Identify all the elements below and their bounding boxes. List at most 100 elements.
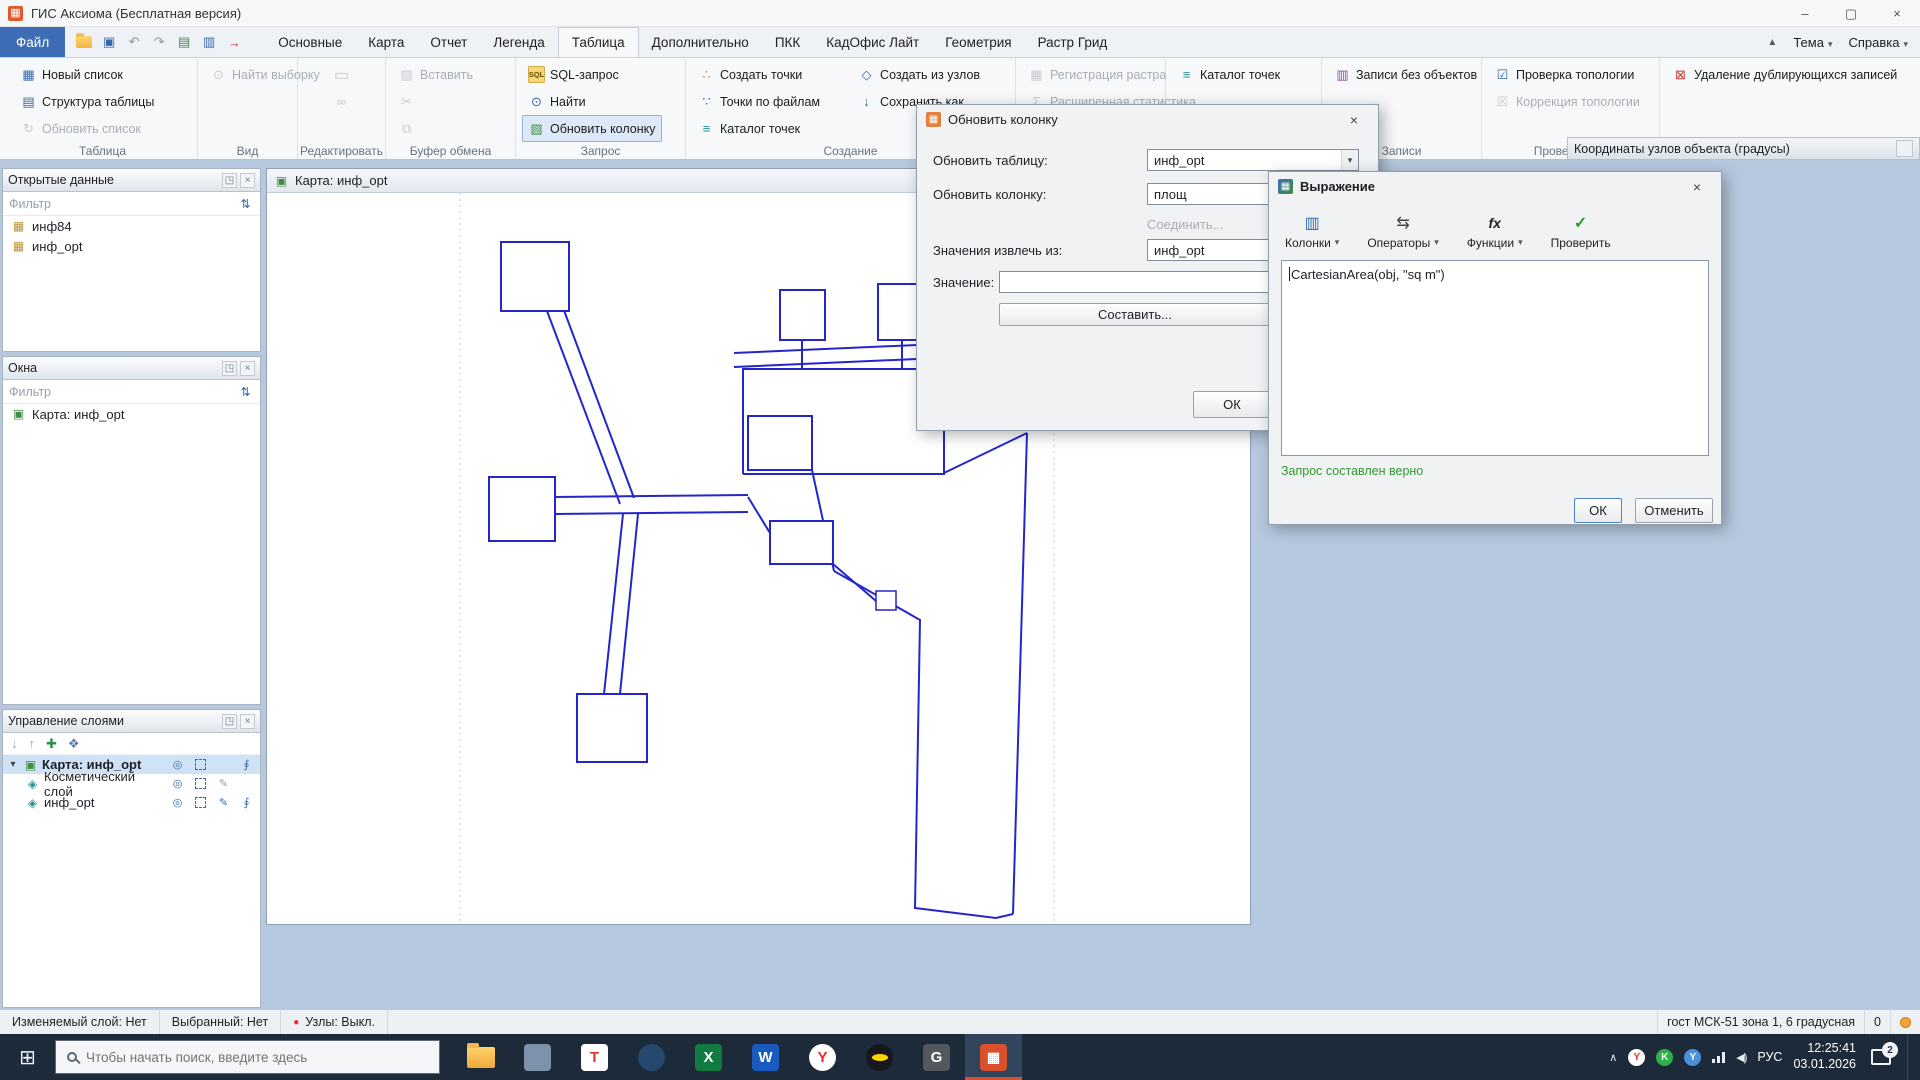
tab-kadoffice[interactable]: КадОфис Лайт: [813, 27, 932, 57]
records-without-objects-button[interactable]: ▥Записи без объектов: [1328, 61, 1483, 88]
open-data-filter[interactable]: Фильтр ⇅: [3, 192, 260, 216]
compose-button[interactable]: Составить...: [999, 303, 1271, 326]
tray-antivirus-icon[interactable]: K: [1656, 1049, 1673, 1066]
selectable-box-icon[interactable]: [191, 759, 210, 770]
tray-app-icon[interactable]: Y: [1684, 1049, 1701, 1066]
topology-check-button[interactable]: ☑Проверка топологии: [1488, 61, 1646, 88]
attach-icon[interactable]: ∮: [237, 758, 256, 771]
dialog-title-bar[interactable]: ▦ Обновить колонку ×: [917, 105, 1378, 134]
taskbar-app-t[interactable]: T: [566, 1034, 623, 1080]
remove-duplicates-button[interactable]: ⊠Удаление дублирующихся записей: [1666, 61, 1903, 88]
update-table-select[interactable]: инф_opt ▾: [1147, 149, 1359, 171]
nodes-status[interactable]: ● Узлы: Выкл.: [281, 1010, 388, 1034]
table-item-inf84[interactable]: ▦ инф84: [3, 216, 260, 236]
sql-query-button[interactable]: SQLSQL-запрос: [522, 61, 662, 88]
sort-icon[interactable]: ⇅: [237, 195, 254, 212]
tab-pkk[interactable]: ПКК: [762, 27, 813, 57]
float-panel-icon[interactable]: ◳: [222, 361, 237, 376]
verify-button[interactable]: ✓ Проверить: [1543, 203, 1619, 259]
taskbar-yandex[interactable]: Y: [794, 1034, 851, 1080]
tab-geometry[interactable]: Геометрия: [932, 27, 1024, 57]
close-panel-icon[interactable]: ×: [240, 714, 255, 729]
close-button[interactable]: ×: [1874, 0, 1920, 27]
theme-menu[interactable]: Тема▾: [1793, 35, 1832, 50]
help-menu[interactable]: Справка▾: [1848, 35, 1908, 50]
tab-table[interactable]: Таблица: [558, 27, 639, 57]
create-from-nodes-button[interactable]: ◇Создать из узлов: [852, 61, 1009, 88]
tray-yandex-icon[interactable]: Y: [1628, 1049, 1645, 1066]
undo-icon[interactable]: ↶: [125, 33, 143, 51]
tray-expand-icon[interactable]: ∧: [1609, 1051, 1617, 1064]
visibility-eye-icon[interactable]: ◎: [168, 758, 187, 771]
edit-pencil-icon[interactable]: ✎: [214, 777, 233, 790]
notifications-cell[interactable]: [1890, 1010, 1920, 1034]
points-catalog2-button[interactable]: ≡Каталог точек: [1172, 61, 1286, 88]
selectable-box-icon[interactable]: [191, 778, 210, 789]
redo-icon[interactable]: ↷: [150, 33, 168, 51]
selected-status[interactable]: Выбранный: Нет: [160, 1010, 281, 1034]
layer-item-inf-opt[interactable]: ◈ инф_opt ◎ ✎ ∮: [3, 793, 260, 812]
ok-button[interactable]: ОК: [1193, 391, 1271, 418]
table-item-inf-opt[interactable]: ▦ инф_opt: [3, 236, 260, 256]
collapse-ribbon-icon[interactable]: ▲: [1767, 37, 1777, 48]
create-points-button[interactable]: ∴Создать точки: [692, 61, 844, 88]
language-indicator[interactable]: РУС: [1757, 1050, 1782, 1064]
new-table-icon[interactable]: ▤: [175, 33, 193, 51]
close-icon[interactable]: ×: [1339, 105, 1369, 134]
add-layer-icon[interactable]: ✚: [46, 736, 57, 752]
window-item-map[interactable]: ▣ Карта: инф_opt: [3, 404, 260, 424]
maximize-button[interactable]: ▢: [1828, 0, 1874, 27]
cancel-button[interactable]: Отменить: [1635, 498, 1713, 523]
taskbar-clock[interactable]: 12:25:41 03.01.2026: [1793, 1041, 1856, 1072]
table-structure-button[interactable]: ▤Структура таблицы: [14, 88, 160, 115]
taskbar-app-bat[interactable]: [851, 1034, 908, 1080]
taskbar-explorer[interactable]: [452, 1034, 509, 1080]
crs-status[interactable]: гост МСК-51 зона 1, 6 градусная: [1657, 1010, 1864, 1034]
edit-pencil-icon[interactable]: ✎: [214, 796, 233, 809]
taskbar-axioma-active[interactable]: ▦: [965, 1034, 1022, 1080]
float-panel-icon[interactable]: ◳: [222, 714, 237, 729]
taskbar-app-navy[interactable]: [623, 1034, 680, 1080]
table-window-icon[interactable]: ▥: [200, 33, 218, 51]
taskbar-excel[interactable]: X: [680, 1034, 737, 1080]
save-icon[interactable]: ▣: [100, 33, 118, 51]
open-folder-icon[interactable]: [75, 33, 93, 51]
ok-button[interactable]: ОК: [1574, 498, 1622, 523]
expression-editor[interactable]: CartesianArea(obj, "sq m"): [1281, 260, 1709, 456]
new-list-button[interactable]: ▦Новый список: [14, 61, 160, 88]
coords-panel-button[interactable]: [1896, 140, 1913, 157]
start-button[interactable]: ⊞: [0, 1034, 55, 1080]
move-layer-down-icon[interactable]: ↓: [11, 736, 18, 751]
tab-report[interactable]: Отчет: [417, 27, 480, 57]
exit-icon[interactable]: →: [225, 33, 243, 51]
float-panel-icon[interactable]: ◳: [222, 173, 237, 188]
volume-icon[interactable]: ◀): [1736, 1051, 1746, 1064]
action-center-icon[interactable]: 2: [1871, 1049, 1891, 1065]
minimize-button[interactable]: –: [1782, 0, 1828, 27]
network-icon[interactable]: [1712, 1052, 1725, 1063]
attach-icon[interactable]: ∮: [237, 796, 256, 809]
taskbar-app-blue[interactable]: [509, 1034, 566, 1080]
taskbar-app-g[interactable]: G: [908, 1034, 965, 1080]
tab-rastergrid[interactable]: Растр Грид: [1025, 27, 1121, 57]
tab-file[interactable]: Файл: [0, 27, 65, 57]
coords-panel-header[interactable]: Координаты узлов объекта (градусы): [1567, 137, 1920, 160]
dialog-title-bar[interactable]: ▦ Выражение ×: [1269, 172, 1721, 201]
visibility-eye-icon[interactable]: ◎: [168, 777, 187, 790]
close-panel-icon[interactable]: ×: [240, 173, 255, 188]
visibility-eye-icon[interactable]: ◎: [168, 796, 187, 809]
columns-menu-button[interactable]: ▥ Колонки▾: [1277, 203, 1347, 259]
sort-icon[interactable]: ⇅: [237, 383, 254, 400]
functions-menu-button[interactable]: fx Функции▾: [1459, 203, 1531, 259]
expander-icon[interactable]: ▾: [7, 759, 19, 770]
taskbar-word[interactable]: W: [737, 1034, 794, 1080]
layer-item-cosmetic[interactable]: ◈ Косметический слой ◎ ✎: [3, 774, 260, 793]
search-input[interactable]: [86, 1050, 428, 1065]
show-desktop-button[interactable]: [1907, 1034, 1912, 1080]
editable-layer-status[interactable]: Изменяемый слой: Нет: [0, 1010, 160, 1034]
layer-properties-icon[interactable]: ❖: [68, 736, 80, 752]
close-icon[interactable]: ×: [1682, 172, 1712, 201]
move-layer-up-icon[interactable]: ↑: [29, 736, 36, 751]
points-catalog-button[interactable]: ≡Каталог точек: [692, 115, 844, 142]
find-button[interactable]: ⊙Найти: [522, 88, 662, 115]
